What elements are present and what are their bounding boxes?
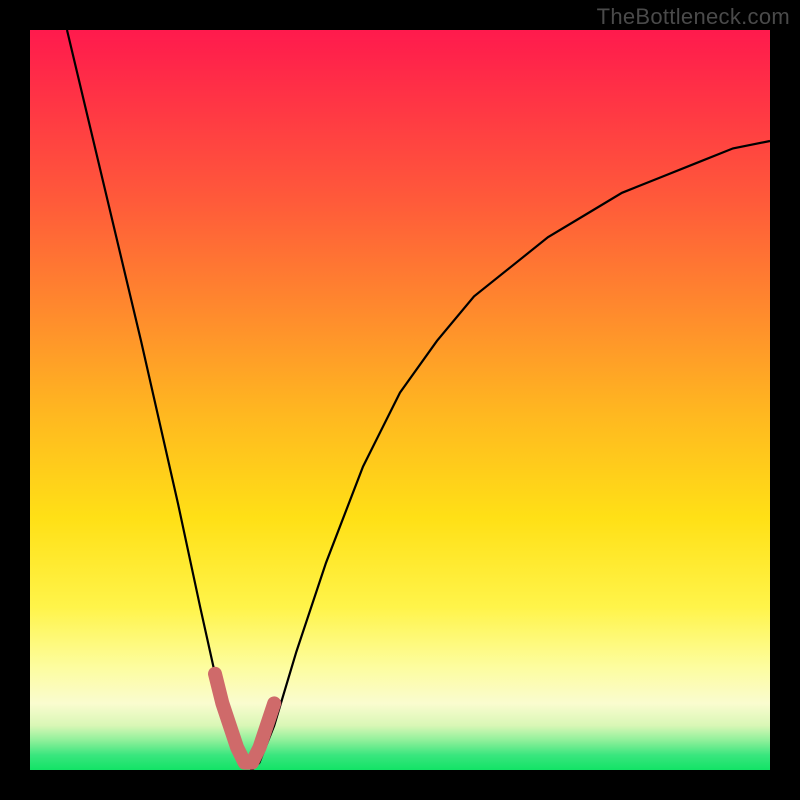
watermark-text: TheBottleneck.com	[597, 4, 790, 30]
curve-layer	[30, 30, 770, 770]
plot-area	[30, 30, 770, 770]
chart-frame: TheBottleneck.com	[0, 0, 800, 800]
optimal-band-marker	[215, 674, 274, 763]
bottleneck-curve	[67, 30, 770, 770]
